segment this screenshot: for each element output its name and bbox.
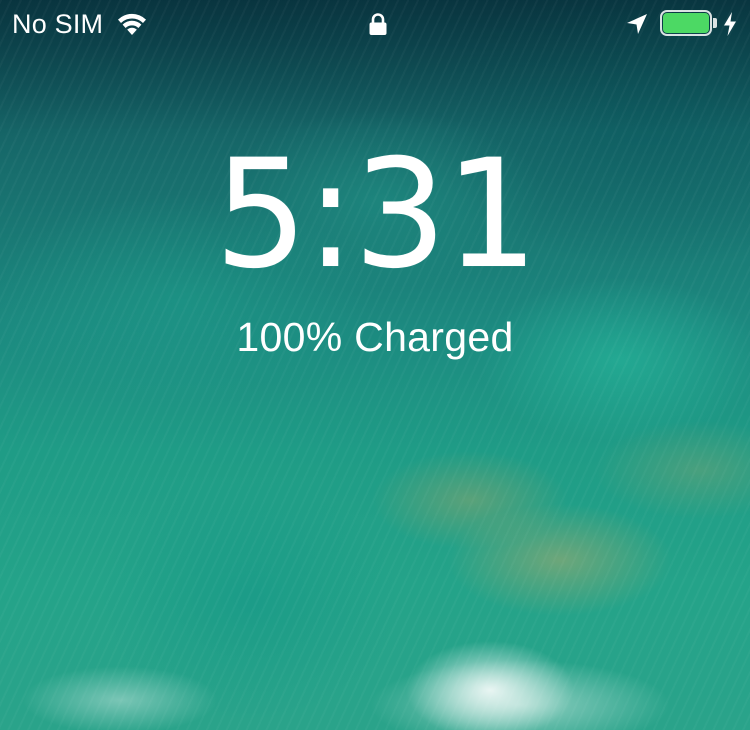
battery-cap	[713, 18, 717, 28]
clock-time: 5:31	[213, 128, 538, 302]
lightning-bolt-icon	[724, 12, 736, 36]
lock-screen-clock: 5:31	[0, 140, 750, 290]
wifi-icon	[118, 13, 146, 35]
lock-icon	[369, 13, 387, 35]
ocean-wallpaper	[0, 0, 750, 730]
lock-screen: No SIM 5:31 100% Charged	[0, 0, 750, 730]
carrier-label: No SIM	[12, 9, 104, 39]
status-bar: No SIM	[0, 0, 750, 50]
battery-fill	[663, 13, 709, 33]
location-arrow-icon	[627, 14, 647, 34]
battery-indicator	[660, 10, 718, 38]
charge-status-label: 100% Charged	[236, 314, 514, 360]
